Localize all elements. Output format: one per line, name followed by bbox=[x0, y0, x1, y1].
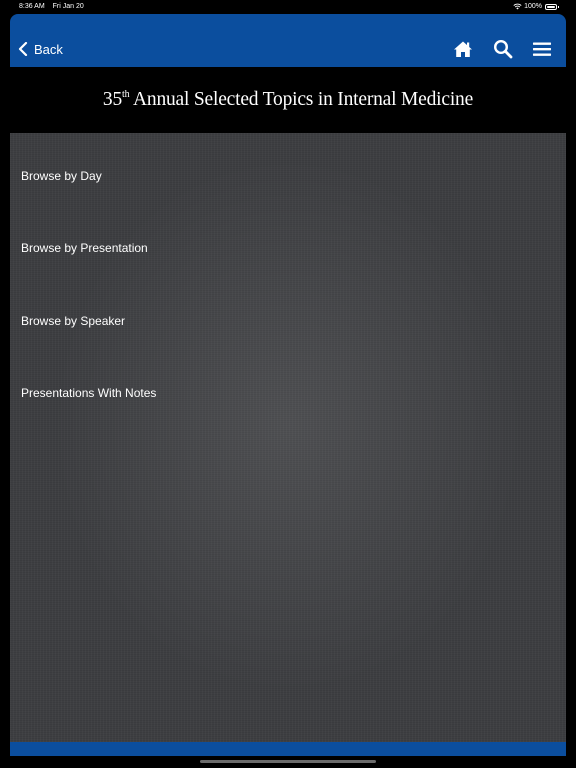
status-date: Fri Jan 20 bbox=[52, 3, 84, 10]
back-label: Back bbox=[34, 41, 63, 57]
home-icon[interactable] bbox=[453, 39, 473, 59]
status-bar: 8:36 AM Fri Jan 20 100% bbox=[0, 0, 576, 14]
menu-item-browse-by-day[interactable]: Browse by Day bbox=[21, 164, 102, 188]
menu-item-browse-by-presentation[interactable]: Browse by Presentation bbox=[21, 236, 148, 260]
app-screen: 8:36 AM Fri Jan 20 100% Back 35th Annual… bbox=[0, 0, 576, 768]
menu-icon[interactable] bbox=[532, 39, 552, 59]
home-indicator[interactable] bbox=[200, 760, 376, 763]
title-number: 35 bbox=[102, 89, 123, 110]
nav-bar: Back bbox=[10, 14, 566, 67]
status-right: 100% bbox=[513, 3, 559, 10]
status-time: 8:36 AM bbox=[19, 3, 45, 10]
menu-item-presentations-with-notes[interactable]: Presentations With Notes bbox=[21, 381, 156, 405]
content-panel: Browse by Day Browse by Presentation Bro… bbox=[10, 133, 566, 742]
chevron-left-icon bbox=[18, 42, 28, 56]
bottom-bar bbox=[10, 742, 566, 756]
wifi-icon bbox=[513, 3, 522, 10]
menu-item-browse-by-speaker[interactable]: Browse by Speaker bbox=[21, 309, 125, 333]
battery-percent: 100% bbox=[524, 3, 542, 10]
back-button[interactable]: Back bbox=[18, 39, 63, 59]
status-left: 8:36 AM Fri Jan 20 bbox=[19, 3, 84, 10]
search-icon[interactable] bbox=[493, 39, 513, 59]
battery-icon bbox=[545, 3, 559, 10]
title-text: Annual Selected Topics in Internal Medic… bbox=[129, 89, 474, 110]
title-band: 35th Annual Selected Topics in Internal … bbox=[0, 67, 576, 133]
page-title: 35th Annual Selected Topics in Internal … bbox=[103, 89, 473, 111]
